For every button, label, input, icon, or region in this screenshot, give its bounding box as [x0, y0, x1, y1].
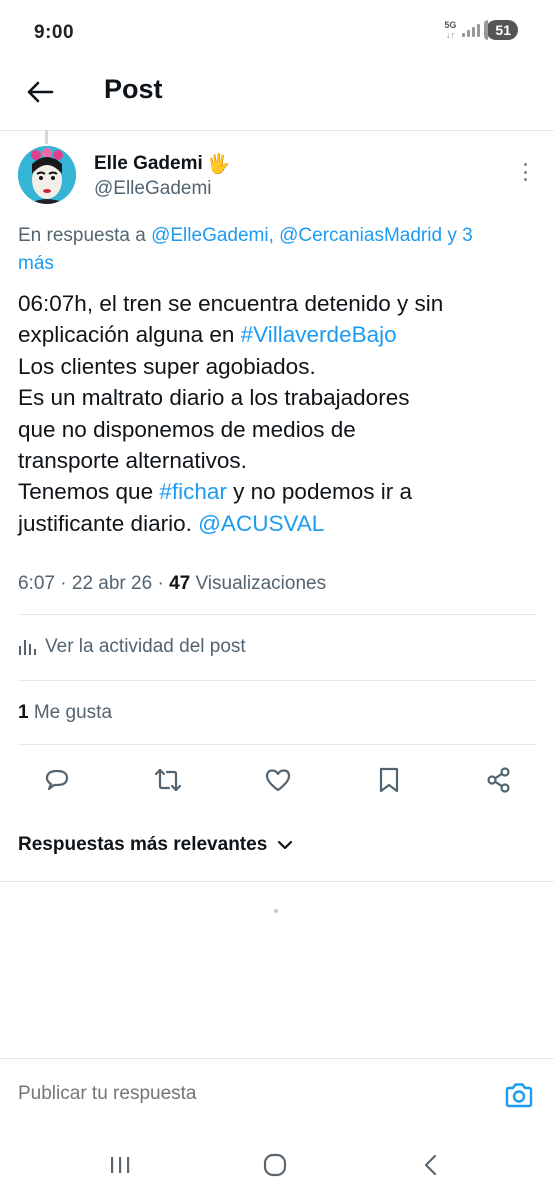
data-arrows-icon: ↓↑ [445, 30, 455, 40]
reply-input[interactable] [18, 1083, 458, 1105]
page-title: Post [104, 74, 163, 104]
reply-to-mentions[interactable]: @ElleGademi, @CercaniasMadrid y 3 [151, 225, 473, 246]
meta-separator: · [54, 573, 72, 594]
back-arrow-icon [27, 81, 54, 103]
mention-acusval[interactable]: @ACUSVAL [198, 511, 324, 536]
author-emoji: 🖐 [206, 153, 231, 175]
divider [18, 744, 536, 745]
reply-to-more[interactable]: más [18, 253, 54, 274]
avatar[interactable] [18, 146, 76, 204]
camera-button[interactable] [502, 1078, 536, 1112]
system-back-button[interactable] [414, 1148, 448, 1182]
post-line: 06:07h, el tren se encuentra detenido y … [18, 291, 444, 316]
battery-indicator: 51 [484, 20, 518, 40]
post-meta: 6:07 · 22 abr 26 · 47 Visualizaciones [18, 573, 326, 595]
author-name-row[interactable]: Elle Gademi 🖐 [94, 152, 231, 176]
divider [0, 881, 554, 882]
replies-sort-label: Respuestas más relevantes [18, 834, 268, 855]
post-line: Los clientes super agobiados. [18, 353, 316, 379]
replies-sort-dropdown[interactable]: Respuestas más relevantes [18, 834, 293, 856]
status-icons: 5G ↓↑ 51 [444, 20, 518, 40]
post-line: explicación alguna en #VillaverdeBajo [18, 319, 540, 350]
composer-divider [0, 1058, 554, 1059]
post-line: que no disponemos de medios de [18, 416, 356, 442]
reply-to-line: En respuesta a @ElleGademi, @CercaniasMa… [18, 222, 538, 278]
like-button[interactable] [261, 763, 295, 797]
post-activity-label: Ver la actividad del post [45, 636, 246, 657]
status-time: 9:00 [34, 22, 75, 43]
repost-icon [154, 768, 181, 792]
more-options-button[interactable] [515, 160, 535, 184]
share-button[interactable] [482, 763, 516, 797]
post-time[interactable]: 6:07 [18, 573, 55, 594]
recents-icon [111, 1157, 130, 1173]
post-text: explicación alguna en [18, 322, 241, 348]
post-line: transporte alternativos. [18, 448, 247, 474]
share-icon [487, 767, 510, 793]
views-label: Visualizaciones [190, 573, 327, 594]
author-handle[interactable]: @ElleGademi [94, 178, 212, 200]
reply-icon [45, 769, 69, 791]
network-label: 5G [444, 20, 457, 30]
post-line: Tenemos que #fichar y no podemos ir a [18, 476, 540, 507]
network-indicator: 5G ↓↑ [444, 20, 456, 40]
back-icon [424, 1154, 437, 1176]
likes-count: 1 [18, 702, 29, 723]
post-body: 06:07h, el tren se encuentra detenido y … [18, 288, 540, 539]
post-text: Tenemos que [18, 479, 160, 505]
post-date[interactable]: 22 abr 26 [72, 573, 152, 594]
repost-button[interactable] [151, 763, 185, 797]
post-line: Es un maltrato diario a los trabajadores [18, 385, 410, 411]
views-count: 47 [169, 573, 191, 594]
post-line: justificante diario. @ACUSVAL [18, 508, 540, 539]
post-text: justificante diario. [18, 510, 199, 536]
loading-indicator [274, 909, 278, 913]
divider [18, 680, 536, 681]
likes-label: Me gusta [28, 702, 113, 723]
reply-to-prefix: En respuesta a [18, 225, 152, 246]
bookmark-button[interactable] [372, 763, 406, 797]
camera-icon [505, 1083, 533, 1108]
post-actions [18, 756, 536, 804]
header-divider [0, 130, 554, 131]
recents-button[interactable] [103, 1148, 137, 1182]
bookmark-icon [379, 767, 398, 793]
avatar-image [18, 146, 76, 204]
chevron-down-icon [278, 840, 293, 850]
like-icon [265, 769, 291, 792]
hashtag-fichar[interactable]: #fichar [159, 479, 227, 504]
reply-button[interactable] [40, 763, 74, 797]
divider [18, 614, 536, 615]
more-vertical-icon [523, 163, 527, 166]
likes-summary[interactable]: 1 Me gusta [18, 702, 112, 724]
bar-chart-icon [19, 640, 36, 655]
back-button[interactable] [20, 74, 60, 110]
home-icon [263, 1153, 287, 1177]
post-text: y no podemos ir a [226, 479, 412, 505]
signal-icon [462, 23, 481, 37]
home-button[interactable] [258, 1148, 292, 1182]
author-name: Elle Gademi [94, 152, 203, 174]
hashtag-villaverdebajo[interactable]: #VillaverdeBajo [241, 322, 397, 347]
meta-separator: · [152, 573, 170, 594]
thread-line [45, 130, 48, 144]
post-activity-link[interactable]: Ver la actividad del post [18, 636, 246, 658]
